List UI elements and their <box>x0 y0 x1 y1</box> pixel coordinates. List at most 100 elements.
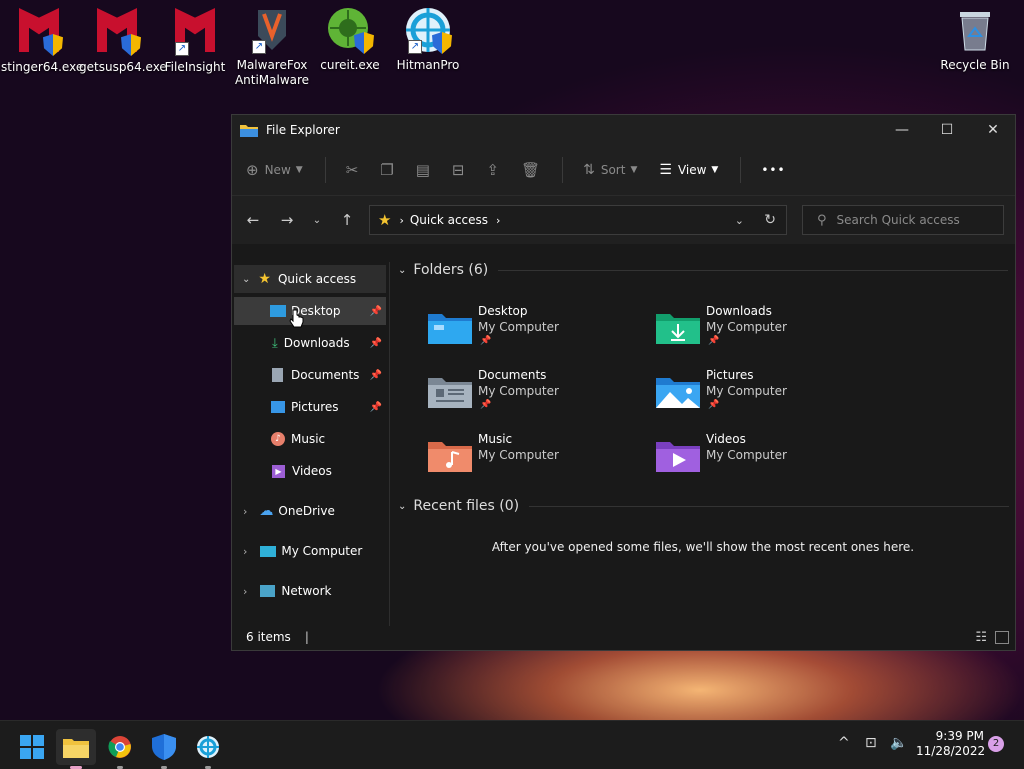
copy-button[interactable]: ❐ <box>380 161 393 179</box>
separator <box>562 157 564 183</box>
pin-icon: 📌 <box>480 336 492 346</box>
rename-icon: ⊟ <box>451 161 465 179</box>
clock[interactable]: 9:39 PM 11/28/2022 <box>916 729 986 759</box>
folder-item-documents[interactable]: Documents My Computer 📌 <box>428 368 648 420</box>
desktop-icon-fileinsight[interactable]: ↗ FileInsight <box>157 6 233 75</box>
chevron-right-icon: › <box>496 213 501 227</box>
search-box[interactable]: ⚲ Search Quick access <box>802 205 1004 235</box>
desktop-icon-label: Recycle Bin <box>940 58 1010 72</box>
start-button[interactable] <box>12 729 52 765</box>
taskbar-file-explorer-button[interactable] <box>56 729 96 769</box>
document-icon <box>272 368 283 382</box>
chevron-down-icon: ⌄ <box>398 500 407 512</box>
desktop-icon-hitmanpro[interactable]: ↗ HitmanPro <box>390 6 466 73</box>
pin-icon: 📌 <box>480 400 492 410</box>
desktop-icon-recycle-bin[interactable]: Recycle Bin <box>937 6 1013 73</box>
pin-icon: 📌 <box>708 336 720 346</box>
chevron-down-icon: ▼ <box>295 165 303 175</box>
picture-icon <box>271 401 285 413</box>
status-bar: 6 items | ☷ <box>232 624 1015 650</box>
shield-icon <box>152 734 176 760</box>
sidebar-item-videos[interactable]: ▶ Videos <box>234 457 386 485</box>
back-button[interactable]: ← <box>236 211 270 229</box>
desktop-icon-label: getsusp64.exe <box>79 60 167 74</box>
content-pane: ⌄ Folders (6) Desktop My Computer 📌 Down… <box>390 262 1015 626</box>
plus-circle-icon: ⊕ <box>246 161 259 179</box>
shortcut-arrow-icon: ↗ <box>252 40 266 54</box>
view-button[interactable]: ☰ View ▼ <box>659 162 718 178</box>
taskbar-security-button[interactable] <box>144 729 184 769</box>
sidebar-item-my-computer[interactable]: › My Computer <box>234 537 386 565</box>
sidebar-item-quick-access[interactable]: ⌄ ★ Quick access <box>234 265 386 293</box>
recent-files-section-header[interactable]: ⌄ Recent files (0) <box>398 498 1010 514</box>
forward-button[interactable]: → <box>270 211 304 229</box>
scissors-icon: ✂ <box>345 161 359 179</box>
clock-date: 11/28/2022 <box>916 744 986 758</box>
minimize-button[interactable]: — <box>879 115 925 145</box>
large-icons-view-button[interactable] <box>995 630 1009 644</box>
sidebar-item-pictures[interactable]: Pictures 📌 <box>234 393 386 421</box>
recycle-bin-icon <box>960 12 990 51</box>
address-bar[interactable]: ★ › Quick access › ⌄ ↻ <box>369 205 787 235</box>
cut-button[interactable]: ✂ <box>346 161 359 179</box>
paste-button[interactable]: ▤ <box>416 161 430 179</box>
chevron-down-icon: ▼ <box>711 165 719 175</box>
desktop-icon-malwarefox[interactable]: ↗ MalwareFox AntiMalware <box>234 6 310 88</box>
pin-icon: 📌 <box>369 369 382 381</box>
folder-item-videos[interactable]: Videos My Computer <box>656 432 876 484</box>
folder-item-music[interactable]: Music My Computer <box>428 432 648 484</box>
more-options-button[interactable]: ••• <box>761 163 785 177</box>
network-icon <box>260 585 276 597</box>
desktop-icon-getsusp64[interactable]: getsusp64.exe <box>79 6 167 75</box>
sidebar-item-desktop[interactable]: Desktop 📌 <box>234 297 386 325</box>
chevron-right-icon: › <box>243 504 248 518</box>
taskbar-hitmanpro-button[interactable] <box>188 729 228 769</box>
clipboard-icon: ▤ <box>415 161 430 179</box>
shortcut-arrow-icon: ↗ <box>408 40 422 54</box>
share-button[interactable]: ⇪ <box>486 161 499 179</box>
desktop-icon-cureit[interactable]: cureit.exe <box>312 6 388 73</box>
sidebar-item-downloads[interactable]: ⤓ Downloads 📌 <box>234 329 386 357</box>
folder-item-downloads[interactable]: Downloads My Computer 📌 <box>656 304 876 356</box>
notification-badge[interactable]: 2 <box>988 736 1004 752</box>
volume-icon[interactable]: 🔈 <box>890 735 907 751</box>
sidebar-item-documents[interactable]: Documents 📌 <box>234 361 386 389</box>
view-list-icon: ☰ <box>659 162 672 178</box>
show-hidden-icons-button[interactable]: ^ <box>838 735 850 751</box>
sidebar-item-music[interactable]: ♪ Music <box>234 425 386 453</box>
window-title: File Explorer <box>266 123 340 137</box>
details-view-button[interactable]: ☷ <box>975 630 987 645</box>
sidebar-item-onedrive[interactable]: › ☁ OneDrive <box>234 497 386 525</box>
divider <box>529 505 1010 507</box>
sort-icon: ⇅ <box>583 162 595 178</box>
search-placeholder: Search Quick access <box>836 213 960 227</box>
recent-locations-button[interactable]: ⌄ <box>304 215 330 226</box>
pin-icon: 📌 <box>369 305 382 317</box>
sidebar-item-network[interactable]: › Network <box>234 577 386 605</box>
maximize-button[interactable]: ☐ <box>924 115 970 145</box>
rename-button[interactable]: ⊟ <box>452 161 465 179</box>
search-icon: ⚲ <box>817 212 827 228</box>
folder-item-pictures[interactable]: Pictures My Computer 📌 <box>656 368 876 420</box>
close-button[interactable]: ✕ <box>970 115 1016 145</box>
refresh-button[interactable]: ↻ <box>764 212 776 228</box>
chevron-right-icon: › <box>243 584 248 598</box>
folder-item-desktop[interactable]: Desktop My Computer 📌 <box>428 304 648 356</box>
file-explorer-window: File Explorer — ☐ ✕ ⊕ New ▼ ✂ ❐ ▤ ⊟ ⇪ 🗑 … <box>231 114 1016 651</box>
desktop-icon-stinger64[interactable]: stinger64.exe <box>1 6 83 75</box>
folders-section-header[interactable]: ⌄ Folders (6) <box>398 262 1009 278</box>
music-icon: ♪ <box>271 432 285 446</box>
chevron-right-icon: › <box>399 213 404 227</box>
delete-button[interactable]: 🗑 <box>521 161 540 179</box>
up-button[interactable]: ↑ <box>330 211 364 229</box>
chevron-down-icon: ▼ <box>630 165 638 175</box>
windows-logo-icon <box>20 735 44 759</box>
address-dropdown-button[interactable]: ⌄ <box>735 214 744 227</box>
desktop-icon-label: cureit.exe <box>320 58 380 72</box>
sort-button[interactable]: ⇅ Sort ▼ <box>583 162 637 178</box>
mouse-cursor-icon <box>289 309 304 328</box>
network-status-icon[interactable]: ⊡ <box>865 735 877 751</box>
taskbar-chrome-button[interactable] <box>100 729 140 769</box>
title-bar[interactable]: File Explorer — ☐ ✕ <box>232 115 1015 145</box>
new-button[interactable]: ⊕ New ▼ <box>246 161 303 179</box>
